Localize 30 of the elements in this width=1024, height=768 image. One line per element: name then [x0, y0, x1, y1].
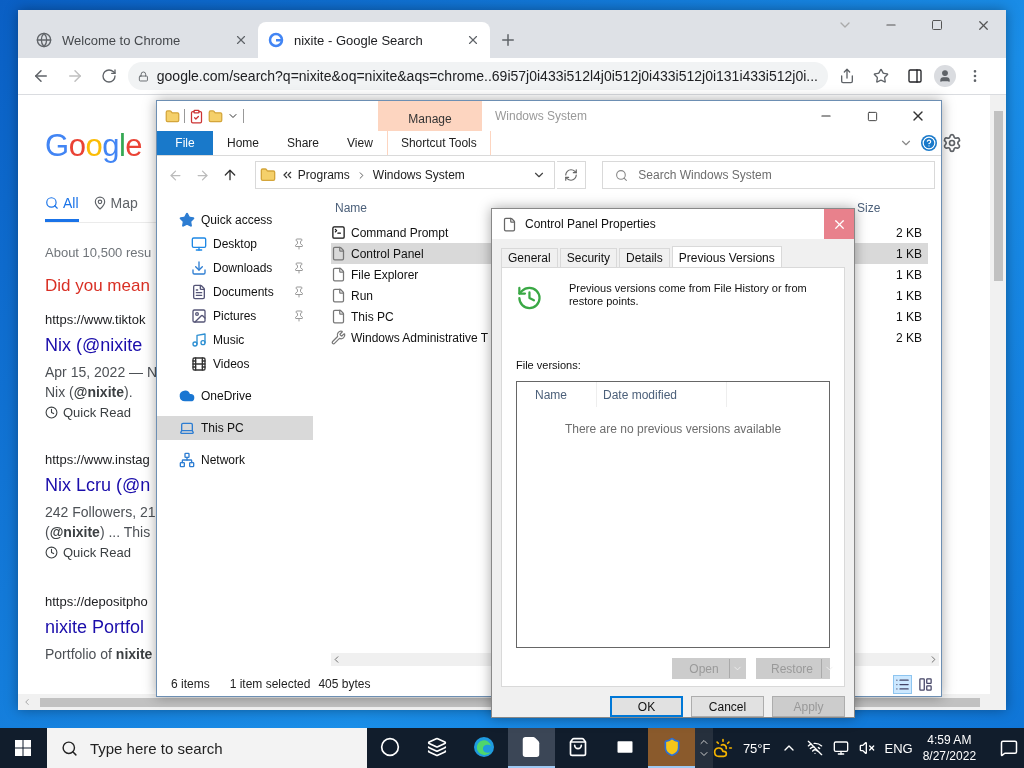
file-name: File Explorer [351, 267, 419, 282]
list-label: File versions: [516, 359, 582, 371]
selection-size: 405 bytes [318, 677, 371, 691]
file-size: 2 KB [896, 225, 923, 240]
file-size: 1 KB [896, 267, 923, 282]
file-size: 1 KB [896, 309, 923, 324]
file-size: 1 KB [896, 288, 923, 303]
contextual-tab-header: Manage [378, 101, 482, 131]
file-size: 1 KB [896, 246, 923, 261]
info-text: Previous versions come from File History or from restore points. [568, 282, 808, 309]
result-snippet: 242 Followers, 21 [45, 504, 156, 520]
result-snippet: Portfolio of nixite [45, 646, 154, 662]
result-count: About 10,500 resu [45, 245, 153, 260]
item-count: 6 items [171, 677, 210, 691]
file-size: 2 KB [896, 330, 923, 345]
result-snippet: Apr 15, 2022 — N [45, 364, 156, 380]
empty-message: There are no previous versions available [563, 422, 783, 436]
result-snippet: (@nixite) ... This [45, 524, 152, 540]
file-name: This PC [351, 309, 394, 324]
dialog-title: Control Panel Properties [525, 217, 656, 231]
file-name: Run [351, 288, 373, 303]
result-snippet: Nix (@nixite). [45, 384, 134, 400]
window-title: Windows System [494, 108, 588, 125]
file-name: Command Prompt [351, 225, 449, 240]
did-you-mean-text: Did you mean [45, 276, 151, 296]
quick-read-text: Quick Read [63, 405, 131, 420]
file-name: Windows Administrative T [351, 330, 489, 345]
quick-read-text: Quick Read [63, 545, 131, 560]
selection-count: 1 item selected [229, 677, 311, 691]
file-name: Control Panel [351, 246, 424, 261]
